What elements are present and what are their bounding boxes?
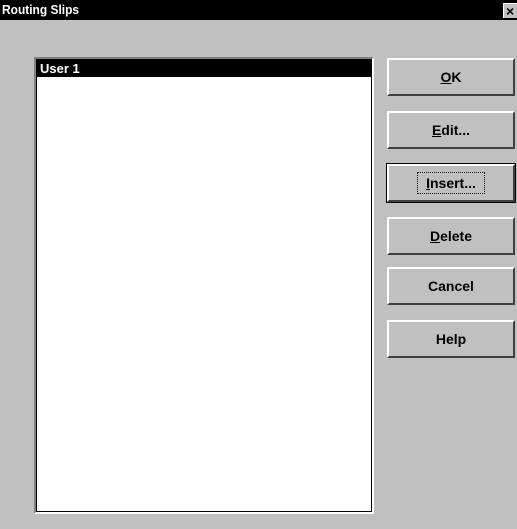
help-button-label: Help	[435, 331, 467, 347]
cancel-button-label: Cancel	[428, 278, 474, 294]
cancel-button[interactable]: Cancel	[387, 267, 515, 305]
ok-button[interactable]: OK	[387, 58, 515, 96]
delete-button[interactable]: Delete	[387, 217, 515, 255]
ok-button-label: OK	[440, 69, 462, 85]
delete-button-label: Delete	[429, 228, 473, 244]
routing-slips-dialog: Routing Slips × User 1 OK Edit... Insert…	[0, 0, 517, 529]
insert-button[interactable]: Insert...	[386, 163, 516, 203]
edit-button[interactable]: Edit...	[387, 111, 515, 149]
help-button[interactable]: Help	[387, 320, 515, 358]
title-bar[interactable]: Routing Slips ×	[0, 0, 517, 20]
edit-button-label: Edit...	[431, 122, 471, 138]
close-button[interactable]: ×	[503, 3, 517, 19]
routing-slips-list[interactable]: User 1	[34, 57, 374, 514]
close-icon: ×	[506, 3, 515, 19]
dialog-title: Routing Slips	[2, 2, 80, 17]
insert-button-label: Insert...	[417, 172, 485, 194]
list-item-user-1[interactable]: User 1	[37, 60, 371, 77]
